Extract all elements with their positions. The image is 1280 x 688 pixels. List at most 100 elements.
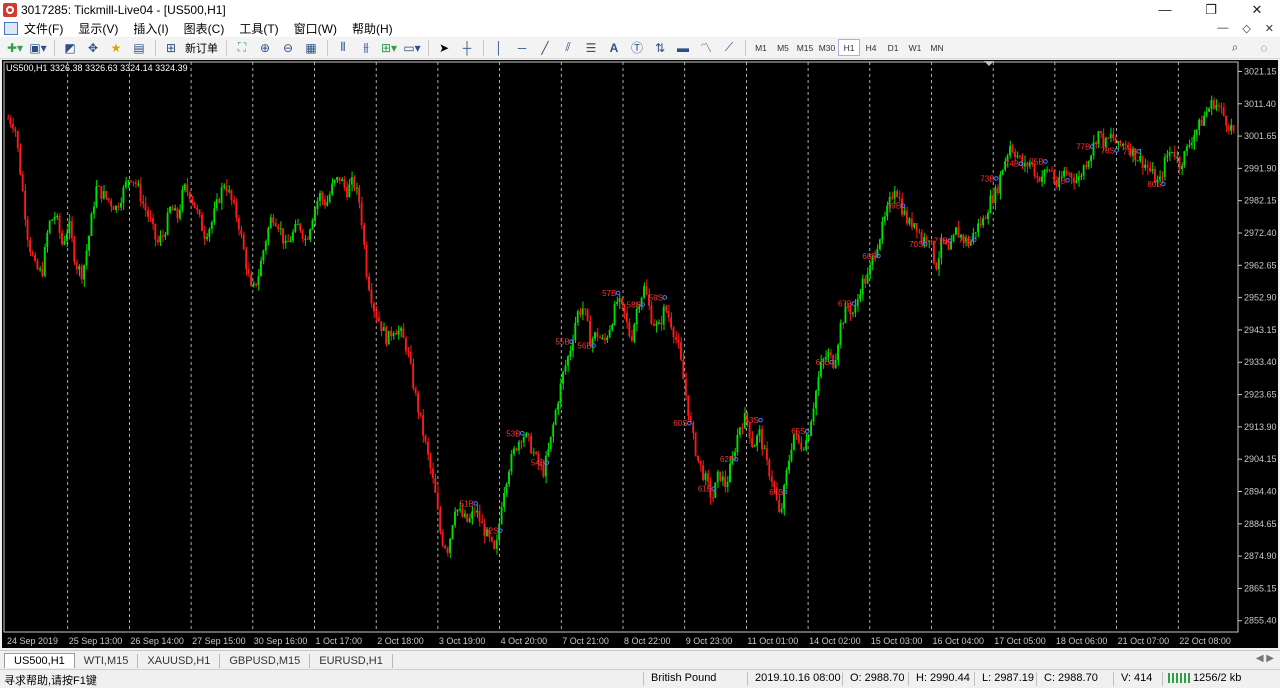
timeframe-m30[interactable]: M30 (816, 39, 838, 56)
vertical-line-icon[interactable]: │ (488, 38, 510, 58)
gann-icon[interactable]: ⟋ (718, 38, 740, 58)
tab-us500-h1[interactable]: US500,H1 (4, 653, 75, 668)
child-restore-button[interactable]: ◇ (1242, 22, 1250, 35)
candle-body (264, 241, 267, 251)
rectangle-icon[interactable]: ▬ (672, 38, 694, 58)
candle-body (63, 240, 66, 245)
candle-body (864, 278, 866, 284)
timeframe-m15[interactable]: M15 (794, 39, 816, 56)
price-tick-label: 2865.15 (1244, 583, 1277, 593)
autoscroll-icon[interactable]: ⫵ (355, 38, 377, 58)
market-watch-icon[interactable]: ◩ (59, 38, 81, 58)
candle-body (176, 208, 179, 219)
crosshair-icon[interactable]: ┼ (456, 38, 478, 58)
new-order-icon[interactable]: ⊞ (160, 38, 182, 58)
maximize-button[interactable]: ❐ (1188, 0, 1234, 19)
candle-body (262, 250, 265, 261)
zoom-in-icon[interactable]: ⊕ (254, 38, 276, 58)
price-tick-label: 3001.65 (1244, 131, 1277, 141)
text-icon[interactable]: A (603, 38, 625, 58)
candle-body (999, 174, 1002, 194)
candle-body (1080, 175, 1083, 177)
candle-body (790, 449, 793, 461)
indicators-icon[interactable]: ⊞▾ (378, 38, 400, 58)
candle-body (85, 250, 88, 266)
candle-body (520, 441, 523, 443)
menu-view[interactable]: 显示(V) (78, 20, 127, 37)
price-tick-label: 3011.40 (1244, 99, 1276, 109)
candle-body (439, 509, 442, 532)
menu-help[interactable]: 帮助(H) (352, 20, 402, 37)
timeframe-mn[interactable]: MN (926, 39, 948, 56)
chat-icon[interactable]: ◌ (1253, 38, 1275, 58)
minimize-button[interactable]: — (1142, 0, 1188, 19)
tab-gbpusd-m15[interactable]: GBPUSD,M15 (220, 654, 311, 668)
favorites-icon[interactable]: ★ (105, 38, 127, 58)
navigator-icon[interactable]: ✥ (82, 38, 104, 58)
channel-icon[interactable]: ⫽ (557, 38, 579, 58)
candle-body (915, 223, 918, 232)
menu-file[interactable]: 文件(F) (24, 20, 72, 37)
menu-window[interactable]: 窗口(W) (294, 20, 346, 37)
menu-tools[interactable]: 工具(T) (239, 20, 287, 37)
candle-body (741, 427, 744, 429)
candle-body (955, 227, 957, 235)
child-minimize-button[interactable]: — (1217, 22, 1228, 34)
tile-windows-icon[interactable]: ▦ (300, 38, 322, 58)
candle-body (385, 327, 388, 345)
chart-window-icon[interactable] (4, 21, 18, 35)
fibonacci-icon[interactable]: ☰ (580, 38, 602, 58)
trendline-icon[interactable]: ╱ (534, 38, 556, 58)
candle-body (1050, 170, 1053, 172)
candle-body (277, 226, 280, 229)
candle-body (675, 337, 677, 340)
candle-body (1009, 146, 1011, 156)
candle-body (783, 485, 785, 509)
trade-marker-label: 74B (1005, 160, 1019, 169)
menu-insert[interactable]: 插入(I) (133, 20, 177, 37)
child-close-button[interactable]: ✕ (1265, 22, 1274, 35)
tab-xauusd-h1[interactable]: XAUUSD,H1 (138, 654, 221, 668)
candle-body (61, 232, 63, 245)
timeframe-d1[interactable]: D1 (882, 39, 904, 56)
cursor-icon[interactable]: ➤ (433, 38, 455, 58)
text-label-icon[interactable]: Ⓣ (626, 38, 648, 58)
candle-body (650, 305, 653, 324)
tab-scroll-arrows[interactable]: ◀ ▶ (1256, 653, 1274, 664)
timeframe-h1[interactable]: H1 (838, 39, 860, 56)
candle-body (510, 453, 513, 472)
candle-body (407, 351, 410, 353)
auto-trading-icon[interactable]: ⛶ (231, 38, 253, 58)
price-chart[interactable]: 24 Sep 2019 25 Sep 13:00 26 Sep 14:00 27 Se… (2, 60, 1278, 648)
timeframe-m1[interactable]: M1 (750, 39, 772, 56)
candle-body (859, 294, 862, 300)
candle-body (318, 192, 321, 201)
close-button[interactable]: ✕ (1234, 0, 1280, 19)
candle-body (655, 324, 658, 326)
zoom-out-icon[interactable]: ⊖ (277, 38, 299, 58)
tab-eurusd-h1[interactable]: EURUSD,H1 (310, 654, 393, 668)
templates-icon[interactable]: ▭▾ (401, 38, 423, 58)
timeframe-h4[interactable]: H4 (860, 39, 882, 56)
price-tick-label: 2923.65 (1244, 390, 1277, 400)
new-chart-icon[interactable]: ✚▾ (4, 38, 26, 58)
candle-body (559, 383, 562, 404)
new-order-button[interactable]: 新订单 (183, 40, 222, 56)
search-icon[interactable]: ⌕ (1224, 38, 1246, 58)
menu-charts[interactable]: 图表(C) (184, 20, 234, 37)
terminal-icon[interactable]: ▤ (128, 38, 150, 58)
candle-body (792, 434, 795, 450)
chart-shift-icon[interactable]: ⫴ (332, 38, 354, 58)
tab-wti-m15[interactable]: WTI,M15 (75, 654, 139, 668)
candle-body (24, 191, 27, 220)
candle-body (333, 179, 336, 184)
horizontal-line-icon[interactable]: ─ (511, 38, 533, 58)
timeframe-m5[interactable]: M5 (772, 39, 794, 56)
timeframe-w1[interactable]: W1 (904, 39, 926, 56)
candle-body (500, 506, 503, 524)
elliott-wave-icon[interactable]: 〽 (695, 38, 717, 58)
date-tick-label: 9 Oct 23:00 (686, 636, 733, 646)
profiles-icon[interactable]: ▣▾ (27, 38, 49, 58)
arrows-icon[interactable]: ⇅ (649, 38, 671, 58)
candle-body (338, 177, 341, 182)
